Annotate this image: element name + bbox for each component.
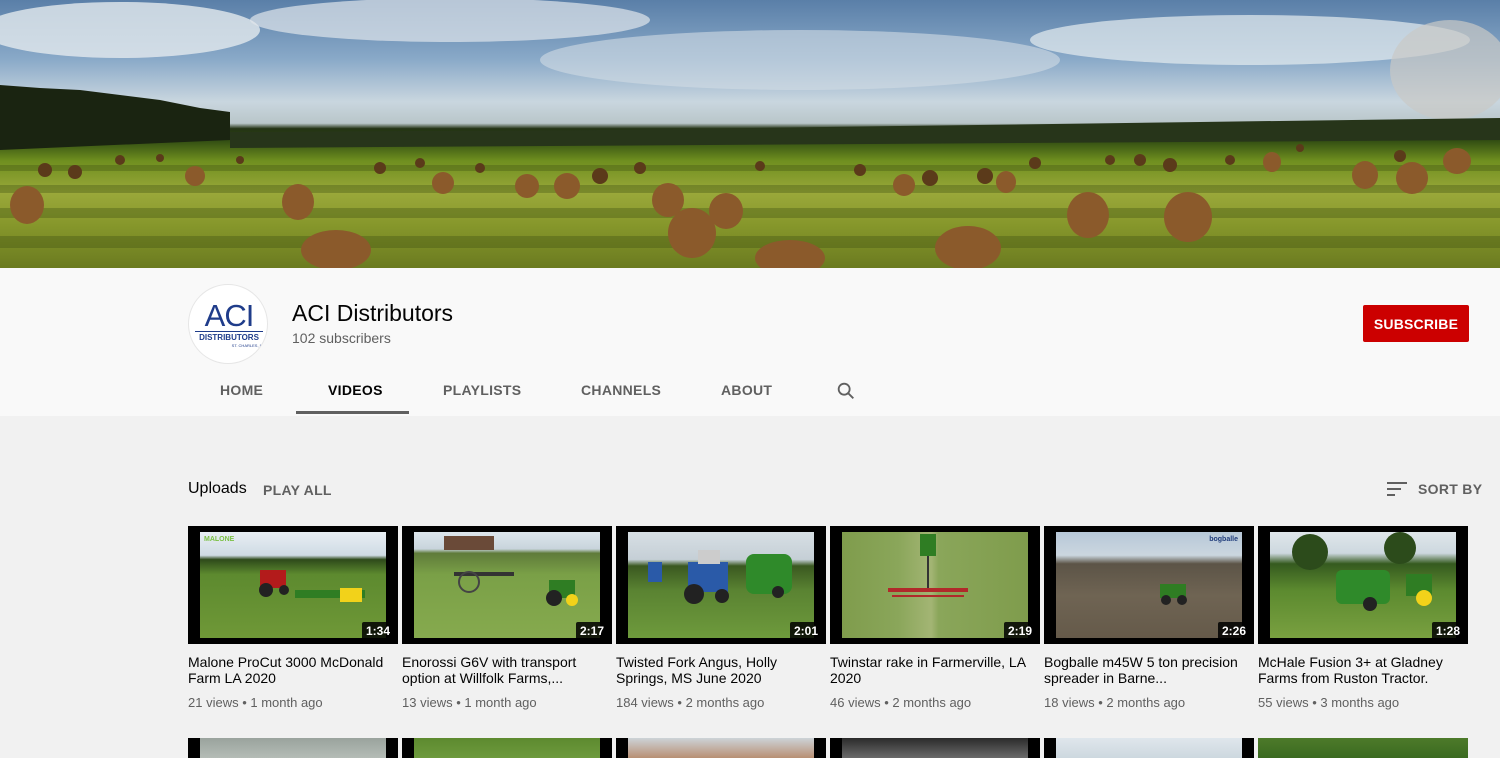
video-title[interactable]: Malone ProCut 3000 McDonald Farm LA 2020 <box>188 654 398 686</box>
video-card[interactable]: MALONE 1:34 Malone ProCut 3000 McDonald … <box>188 526 398 710</box>
video-card[interactable]: 2:01 Twisted Fork Angus, Holly Springs, … <box>616 526 826 710</box>
video-card[interactable]: 2:19 Twinstar rake in Farmerville, LA 20… <box>830 526 1040 710</box>
video-duration: 2:17 <box>575 622 608 640</box>
video-thumbnail[interactable]: 2:19 <box>830 526 1040 644</box>
video-card[interactable]: 1:28 McHale Fusion 3+ at Gladney Farms f… <box>1258 526 1468 710</box>
video-card[interactable]: bogballe 2:26 Bogballe m45W 5 ton precis… <box>1044 526 1254 710</box>
video-thumbnail[interactable]: 1:28 <box>1258 526 1468 644</box>
tab-channels[interactable]: CHANNELS <box>581 382 661 398</box>
section-title: Uploads <box>188 480 247 497</box>
logo-main-text: ACI <box>204 298 255 333</box>
view-count: 55 views <box>1258 695 1309 710</box>
view-count: 13 views <box>402 695 453 710</box>
video-duration: 2:19 <box>1003 622 1036 640</box>
view-count: 184 views <box>616 695 674 710</box>
view-count: 18 views <box>1044 695 1095 710</box>
upload-age: 2 months ago <box>892 695 972 710</box>
video-thumbnail-partial[interactable] <box>1258 738 1468 758</box>
subscribe-button[interactable]: SUBSCRIBE <box>1363 305 1469 342</box>
video-title[interactable]: McHale Fusion 3+ at Gladney Farms from R… <box>1258 654 1468 686</box>
tab-playlists[interactable]: PLAYLISTS <box>443 382 521 398</box>
banner-hay-field-image <box>0 0 1500 268</box>
tractor-rake-image <box>444 536 578 606</box>
video-thumbnail[interactable]: MALONE 1:34 <box>188 526 398 644</box>
channel-avatar[interactable]: ACI DISTRIBUTORS ST. CHARLES, M <box>188 284 268 364</box>
video-duration: 2:01 <box>789 622 822 640</box>
view-count: 21 views <box>188 695 239 710</box>
video-thumbnail-partial[interactable] <box>402 738 612 758</box>
video-thumbnail-partial[interactable] <box>616 738 826 758</box>
spreader-field-image <box>1160 584 1187 605</box>
video-title[interactable]: Twinstar rake in Farmerville, LA 2020 <box>830 654 1040 686</box>
logo-city-text: ST. CHARLES, M <box>231 343 263 348</box>
logo-sub-text: DISTRIBUTORS <box>195 331 263 342</box>
sort-by-button[interactable]: SORT BY <box>1418 481 1482 497</box>
video-duration: 1:28 <box>1431 622 1464 640</box>
channel-banner <box>0 0 1500 268</box>
tractor-mower-image <box>259 570 365 602</box>
video-thumbnail[interactable]: 2:01 <box>616 526 826 644</box>
sort-icon[interactable] <box>1386 480 1408 498</box>
channel-name: ACI Distributors <box>292 300 454 326</box>
video-thumbnail-partial[interactable] <box>1044 738 1254 758</box>
video-thumbnail[interactable]: 2:17 <box>402 526 612 644</box>
video-thumbnail-partial[interactable] <box>830 738 1040 758</box>
subscriber-count: 102 subscribers <box>292 330 391 346</box>
upload-age: 2 months ago <box>1106 695 1186 710</box>
video-thumbnail[interactable]: bogballe 2:26 <box>1044 526 1254 644</box>
upload-age: 3 months ago <box>1320 695 1400 710</box>
rake-aerial-image <box>888 534 968 597</box>
tractor-baler-image <box>648 550 792 604</box>
video-duration: 1:34 <box>361 622 394 640</box>
tab-about[interactable]: ABOUT <box>721 382 772 398</box>
mchale-baler-image <box>1292 532 1432 611</box>
video-thumbnail-partial[interactable] <box>188 738 398 758</box>
search-icon[interactable] <box>835 380 857 402</box>
upload-age: 2 months ago <box>685 695 765 710</box>
tab-videos[interactable]: VIDEOS <box>328 382 383 398</box>
video-meta: 184 views • 2 months ago <box>616 695 765 710</box>
video-meta: 55 views • 3 months ago <box>1258 695 1400 710</box>
view-count: 46 views <box>830 695 881 710</box>
play-all-button[interactable]: PLAY ALL <box>263 482 332 498</box>
upload-age: 1 month ago <box>464 695 537 710</box>
video-duration: 2:26 <box>1217 622 1250 640</box>
video-meta: 21 views • 1 month ago <box>188 695 323 710</box>
upload-age: 1 month ago <box>250 695 323 710</box>
tab-home[interactable]: HOME <box>220 382 263 398</box>
active-tab-indicator <box>296 411 409 414</box>
video-card[interactable]: 2:17 Enorossi G6V with transport option … <box>402 526 612 710</box>
video-title[interactable]: Twisted Fork Angus, Holly Springs, MS Ju… <box>616 654 826 686</box>
video-meta: 13 views • 1 month ago <box>402 695 537 710</box>
video-meta: 46 views • 2 months ago <box>830 695 972 710</box>
video-meta: 18 views • 2 months ago <box>1044 695 1186 710</box>
video-title[interactable]: Enorossi G6V with transport option at Wi… <box>402 654 612 686</box>
video-title[interactable]: Bogballe m45W 5 ton precision spreader i… <box>1044 654 1254 686</box>
